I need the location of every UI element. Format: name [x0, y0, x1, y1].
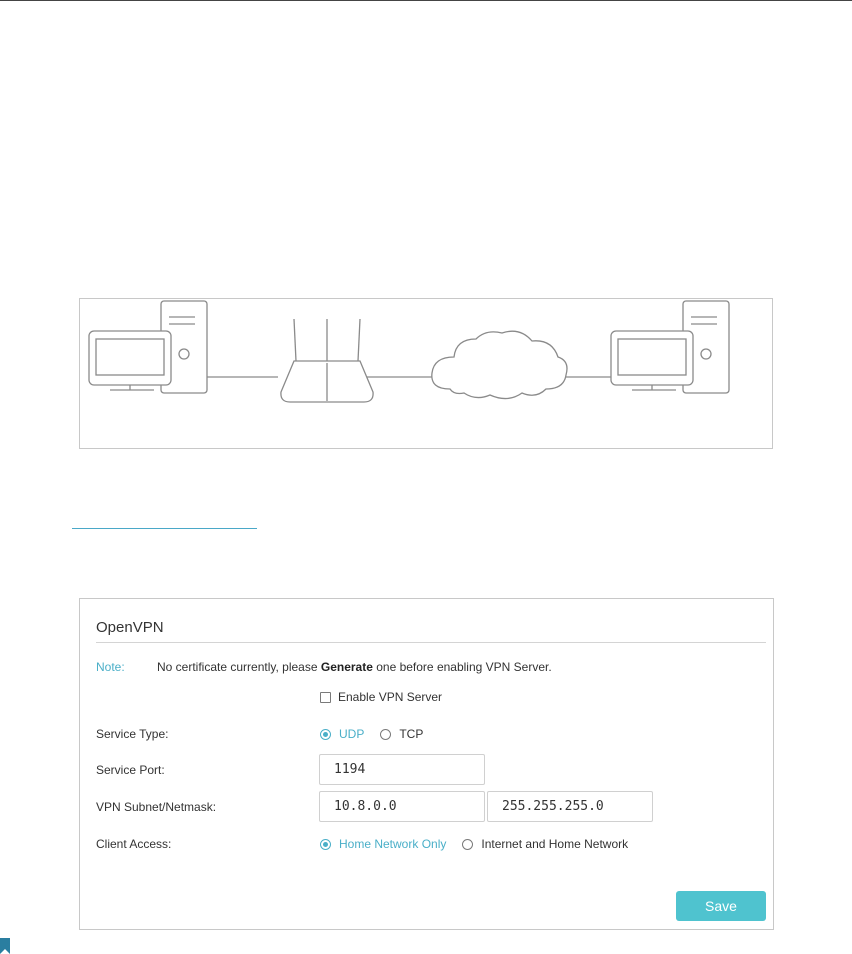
- network-diagram-svg: [88, 300, 730, 403]
- internet-and-home-network-label[interactable]: Internet and Home Network: [481, 837, 628, 851]
- home-network-only-radio[interactable]: [320, 838, 331, 850]
- router-icon: [280, 318, 374, 403]
- vpn-subnet-netmask-label: VPN Subnet/Netmask:: [96, 800, 217, 814]
- tcp-radio[interactable]: [380, 728, 392, 740]
- vpn-subnet-input[interactable]: 10.8.0.0: [319, 791, 485, 822]
- panel-divider: [96, 642, 766, 643]
- desktop-computer-icon: [88, 300, 208, 394]
- home-network-only-label[interactable]: Home Network Only: [339, 837, 446, 851]
- udp-radio-label[interactable]: UDP: [339, 727, 364, 741]
- service-type-radio-group[interactable]: UDP TCP: [320, 727, 439, 741]
- enable-vpn-server-checkbox[interactable]: [320, 691, 331, 703]
- cloud-icon: [431, 330, 568, 400]
- save-button[interactable]: Save: [676, 891, 766, 921]
- note-text: No certificate currently, please Generat…: [157, 660, 552, 674]
- client-access-label: Client Access:: [96, 837, 172, 851]
- top-rule: [0, 0, 852, 1]
- panel-title: OpenVPN: [96, 619, 164, 636]
- note-text-before: No certificate currently, please: [157, 660, 321, 674]
- service-type-label: Service Type:: [96, 727, 169, 741]
- internet-and-home-network-radio[interactable]: [462, 838, 474, 850]
- bookmark-icon: [0, 938, 10, 954]
- enable-vpn-server-toggle[interactable]: Enable VPN Server: [320, 690, 442, 704]
- openvpn-panel: OpenVPN Note: No certificate currently, …: [79, 598, 774, 930]
- hyperlink-underline[interactable]: [72, 528, 257, 529]
- note-text-after: one before enabling VPN Server.: [372, 660, 552, 674]
- desktop-computer-icon: [610, 300, 730, 394]
- note-generate-word: Generate: [320, 660, 373, 674]
- service-port-label: Service Port:: [96, 763, 165, 777]
- enable-vpn-server-label: Enable VPN Server: [338, 690, 443, 704]
- client-access-radio-group[interactable]: Home Network Only Internet and Home Netw…: [320, 837, 644, 851]
- network-diagram: [79, 298, 773, 449]
- tcp-radio-label[interactable]: TCP: [399, 727, 423, 741]
- service-port-input[interactable]: 1194: [319, 754, 485, 785]
- udp-radio[interactable]: [320, 728, 331, 740]
- note-label: Note:: [96, 660, 125, 674]
- vpn-netmask-input[interactable]: 255.255.255.0: [487, 791, 653, 822]
